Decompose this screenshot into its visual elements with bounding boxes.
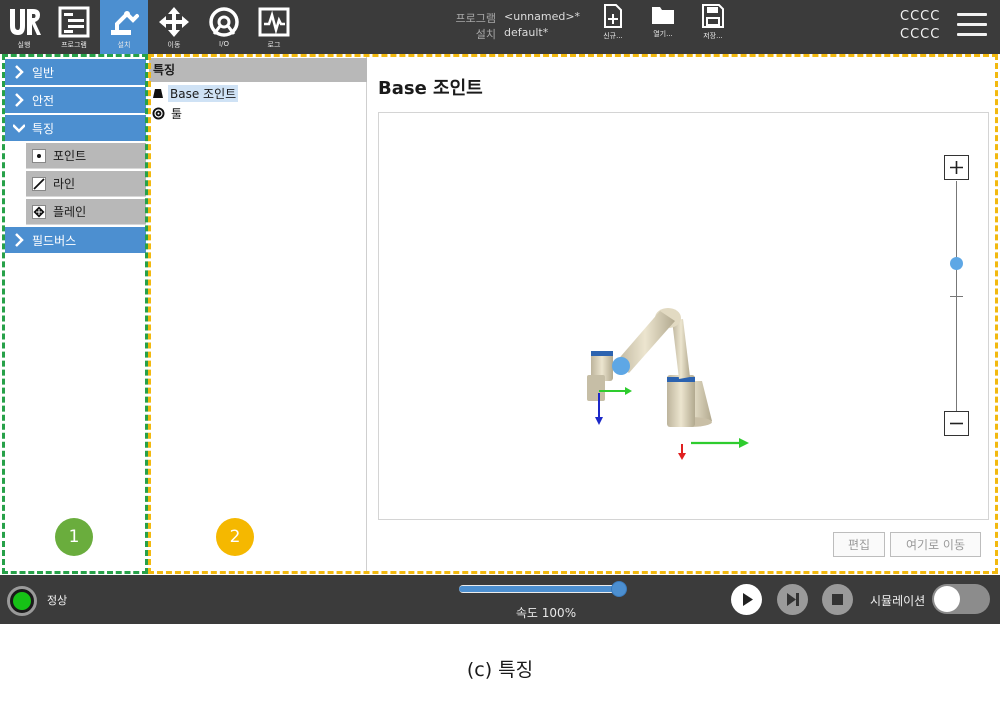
open-button[interactable]: 열기... [643,4,683,50]
feature-tree-panel: 특징 Base 조인트 툴 [149,56,367,574]
bottom-bar: 정상 속도 100% 시뮬레이션 [0,575,1000,624]
nav-log-label: 로그 [267,41,281,49]
zoom-out-button[interactable] [944,411,969,436]
program-name: <unnamed>* [504,10,581,23]
tree-item-tool[interactable]: 툴 [152,104,184,122]
nav-installation-label: 설치 [117,41,131,49]
minus-icon [950,422,963,425]
status-indicator-icon[interactable] [7,586,37,616]
sidebar-item-features[interactable]: 특징 [5,115,146,141]
robot-arm-model [587,308,749,460]
sidebar-item-label: 안전 [32,93,55,108]
step-forward-icon [787,593,799,606]
simulation-toggle[interactable] [932,584,990,614]
nav-installation-button[interactable]: 설치 [100,0,148,54]
nav-program-button[interactable]: 프로그램 [50,0,98,54]
sidebar-subitem-label: 포인트 [53,149,87,163]
top-bar: 실행 프로그램 설치 이동 I/O 로그 프로그램 설치 <unnamed>* … [0,0,1000,54]
sidebar-item-safety[interactable]: 안전 [5,87,146,113]
stop-icon [832,594,843,605]
chevron-right-icon [15,93,24,107]
log-icon [258,7,290,37]
figure-caption: (c) 특징 [466,659,534,681]
sidebar-subitem-line[interactable]: 라인 [26,171,146,197]
chevron-right-icon [15,65,24,79]
plus-icon [950,161,963,174]
tool-icon [152,107,165,119]
program-key: 프로그램 [455,12,496,25]
step-button[interactable] [777,584,808,615]
ur-logo-icon [10,9,41,35]
installation-key: 설치 [475,28,496,41]
status-text: 정상 [47,594,68,607]
zoom-slider-knob[interactable] [950,257,963,270]
save-button[interactable]: 저장... [693,4,733,50]
stop-button[interactable] [822,584,853,615]
hamburger-menu-icon[interactable] [957,13,987,39]
sidebar-subitem-point[interactable]: 포인트 [26,143,146,169]
annotation-badge-2: 2 [216,518,254,556]
installation-name: default* [504,26,549,39]
new-file-label: 신규... [603,32,623,40]
play-button[interactable] [731,584,762,615]
io-icon [209,7,239,37]
installation-icon [111,11,139,35]
program-icon [58,6,90,38]
nav-io-button[interactable]: I/O [200,0,248,54]
sidebar-subitem-label: 플레인 [53,205,87,219]
new-file-icon [604,4,622,28]
speed-slider[interactable] [459,581,627,597]
tree-item-label: Base 조인트 [168,84,239,102]
sidebar-subitem-plane[interactable]: 플레인 [26,199,146,225]
nav-move-button[interactable]: 이동 [150,0,198,54]
simulation-label: 시뮬레이션 [870,594,926,608]
feature-tree-header: 특징 [149,58,367,82]
plane-icon [32,205,46,219]
robot-3d-viewport[interactable] [378,112,989,520]
zoom-slider-midmark [950,296,963,297]
robot-name-line1: CCCC [900,9,941,24]
chevron-down-icon [13,124,25,133]
sidebar-item-label: 특징 [32,121,55,136]
installation-sidebar: 일반 안전 특징 포인트 라인 플레인 필드버스 [3,56,146,574]
nav-log-button[interactable]: 로그 [250,0,298,54]
tree-item-label: 툴 [171,106,183,121]
move-arrows-icon [159,7,189,37]
line-icon [32,177,46,191]
base-joint-icon [153,89,163,98]
move-here-button[interactable]: 여기로 이동 [890,532,981,557]
edit-button[interactable]: 편집 [833,532,885,557]
chevron-right-icon [15,233,24,247]
sidebar-item-fieldbus[interactable]: 필드버스 [5,227,146,253]
nav-run-button[interactable]: 실행 [0,0,48,54]
save-label: 저장... [703,32,723,40]
new-file-button[interactable]: 신규... [593,4,633,50]
sidebar-item-general[interactable]: 일반 [5,59,146,85]
play-icon [743,593,753,606]
speed-slider-fill [459,586,619,592]
robot-name-line2: CCCC [900,27,941,42]
zoom-in-button[interactable] [944,155,969,180]
tree-item-base-joint[interactable]: Base 조인트 [152,84,239,102]
open-folder-icon [652,7,674,24]
program-value-wrap: <unnamed>* default* [504,10,580,39]
sidebar-item-label: 일반 [32,65,55,80]
sidebar-subitem-label: 라인 [53,177,76,191]
speed-slider-knob[interactable] [611,581,627,597]
speed-label: 속도 100% [515,606,577,620]
open-label: 열기... [653,30,673,38]
nav-io-label: I/O [219,40,229,48]
save-disk-icon [702,4,724,28]
nav-program-label: 프로그램 [61,41,87,49]
sidebar-item-label: 필드버스 [32,233,77,248]
point-icon [32,149,46,163]
feature-detail-panel: Base 조인트 편집 여기로 이동 [368,56,998,574]
app-window: 실행 프로그램 설치 이동 I/O 로그 프로그램 설치 <unnamed>* … [0,0,1000,712]
nav-move-label: 이동 [167,41,181,49]
annotation-badge-1: 1 [55,518,93,556]
nav-run-label: 실행 [17,41,31,49]
page-title: Base 조인트 [378,78,483,99]
